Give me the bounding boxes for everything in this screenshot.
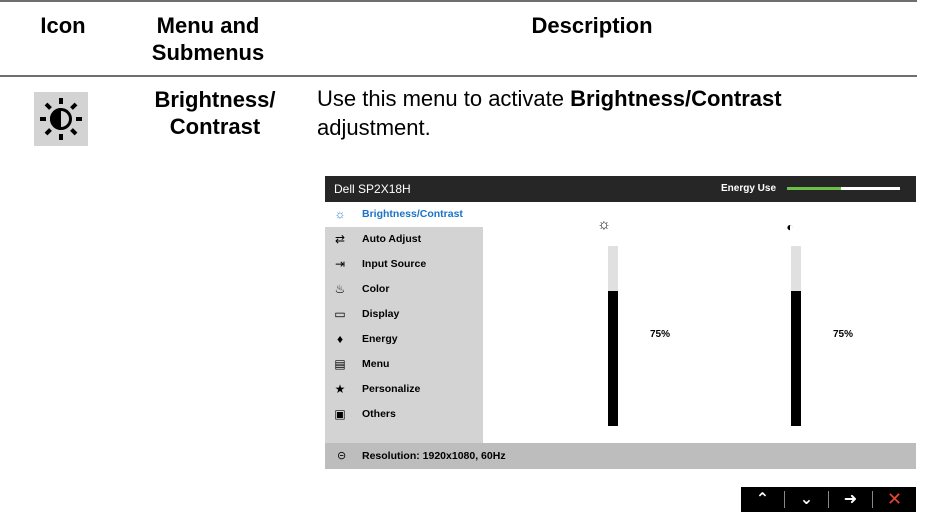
row-menu-name: Brightness/ Contrast (154, 87, 276, 139)
contrast-value: 75% (833, 329, 854, 340)
osd-item-others[interactable]: ▣ Others (325, 402, 483, 427)
input-source-icon: ⇥ (334, 257, 346, 271)
up-button[interactable]: ⌃ (741, 487, 784, 512)
energy-icon: ♦ (336, 332, 344, 346)
osd-item-color[interactable]: ♨ Color (325, 277, 483, 302)
header-icon: Icon (40, 13, 86, 38)
star-icon: ★ (334, 382, 346, 396)
osd-item-label: Menu (362, 358, 390, 370)
brightness-icon: ☼ (334, 207, 346, 221)
osd-item-menu[interactable]: ▤ Menu (325, 352, 483, 377)
osd-model-name: Dell SP2X18H (334, 182, 411, 196)
brightness-sun-icon (34, 92, 88, 146)
color-icon: ♨ (334, 282, 346, 296)
osd-item-input-source[interactable]: ⇥ Input Source (325, 252, 483, 277)
osd-item-label: Personalize (362, 383, 421, 395)
osd-item-energy[interactable]: ♦ Energy (325, 327, 483, 352)
down-button[interactable]: ⌄ (785, 487, 828, 512)
osd-item-label: Input Source (362, 258, 427, 270)
contrast-icon: ◐ (786, 220, 794, 234)
table-header-rule (0, 75, 917, 77)
desc-suffix: adjustment. (317, 115, 431, 140)
others-icon: ▣ (334, 407, 346, 421)
table-top-rule (0, 0, 917, 2)
menu-icon: ▤ (334, 357, 346, 371)
osd-status-bar: ⊝ Resolution: 1920x1080, 60Hz (325, 443, 916, 469)
header-menu-submenus: Menu and Submenus (151, 13, 265, 65)
chevron-down-icon: ⌄ (799, 491, 814, 508)
osd-item-label: Energy (362, 333, 398, 345)
energy-use-label: Energy Use (721, 183, 777, 194)
brightness-slider-fill (608, 291, 618, 426)
contrast-slider[interactable] (791, 246, 801, 426)
desc-bold: Brightness/Contrast (570, 86, 782, 111)
osd-item-auto-adjust[interactable]: ⇄ Auto Adjust (325, 227, 483, 252)
osd-item-label: Others (362, 408, 396, 420)
osd-item-label: Auto Adjust (362, 233, 422, 245)
energy-use-fill (787, 187, 842, 190)
osd-title-bar: Dell SP2X18H Energy Use (325, 176, 916, 202)
osd-item-label: Color (362, 283, 390, 295)
arrow-right-icon: ➜ (843, 491, 858, 508)
brightness-slider[interactable] (608, 246, 618, 426)
chevron-up-icon: ⌃ (755, 491, 770, 508)
osd-item-label: Display (362, 308, 400, 320)
enter-button[interactable]: ➜ (829, 487, 872, 512)
brightness-value: 75% (650, 329, 671, 340)
resolution-icon: ⊝ (337, 450, 347, 462)
auto-adjust-icon: ⇄ (334, 232, 346, 246)
exit-button[interactable]: ✕ (873, 487, 916, 512)
osd-menu-list: ☼ Brightness/Contrast ⇄ Auto Adjust ⇥ In… (325, 202, 483, 443)
display-icon: ▭ (334, 307, 346, 321)
osd-nav-buttons: ⌃ ⌄ ➜ ✕ (741, 487, 916, 512)
energy-use-meter (787, 187, 900, 190)
row-description: Use this menu to activate Brightness/Con… (317, 84, 897, 142)
osd-item-display[interactable]: ▭ Display (325, 302, 483, 327)
osd-item-label: Brightness/Contrast (362, 208, 463, 220)
osd-item-personalize[interactable]: ★ Personalize (325, 377, 483, 402)
sun-icon: ☼ (597, 216, 611, 233)
osd-item-brightness-contrast[interactable]: ☼ Brightness/Contrast (325, 202, 483, 227)
desc-prefix: Use this menu to activate (317, 86, 571, 111)
header-description: Description (531, 13, 653, 38)
close-icon: ✕ (886, 489, 903, 509)
contrast-slider-fill (791, 291, 801, 426)
resolution-text: Resolution: 1920x1080, 60Hz (362, 450, 506, 462)
osd-screen: Dell SP2X18H Energy Use ☼ Brightness/Con… (325, 176, 916, 469)
